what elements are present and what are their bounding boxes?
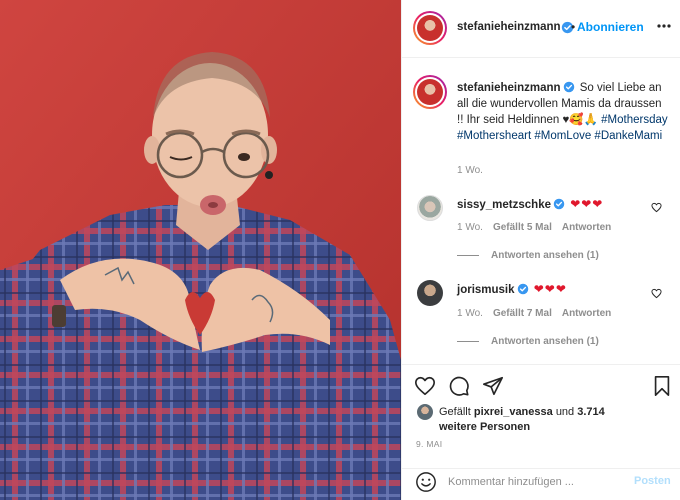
liker-avatar[interactable] bbox=[417, 404, 433, 420]
commenter-avatar[interactable] bbox=[417, 280, 443, 306]
post-photo-illustration bbox=[0, 0, 401, 500]
comment-likes-count[interactable]: Gefällt 7 Mal bbox=[493, 308, 552, 319]
post-header: stefanieheinzmann • Abonnieren bbox=[402, 0, 680, 58]
comment-timestamp[interactable]: 1 Wo. bbox=[457, 222, 483, 233]
more-options-icon[interactable] bbox=[656, 18, 672, 34]
likes-middle: und bbox=[555, 406, 575, 418]
verified-badge-icon bbox=[553, 198, 565, 210]
comment-body: ❤❤❤ bbox=[533, 282, 567, 296]
comment-like-heart-icon[interactable] bbox=[651, 288, 662, 299]
likes-summary: Gefällt pixrei_vanessa und 3.714 weitere… bbox=[439, 405, 639, 435]
post-actions: Gefällt pixrei_vanessa und 3.714 weitere… bbox=[402, 364, 680, 468]
comment-username[interactable]: jorismusik bbox=[457, 284, 515, 296]
post-photo[interactable] bbox=[0, 0, 401, 500]
liker-username[interactable]: pixrei_vanessa bbox=[474, 406, 553, 418]
view-replies-button[interactable]: Antworten ansehen (1) bbox=[457, 250, 599, 261]
view-replies-label: Antworten ansehen (1) bbox=[491, 336, 599, 347]
paper-plane-icon[interactable] bbox=[482, 375, 504, 397]
view-replies-button[interactable]: Antworten ansehen (1) bbox=[457, 336, 599, 347]
commenter-avatar[interactable] bbox=[417, 195, 443, 221]
post-comment-button[interactable]: Posten bbox=[634, 475, 671, 487]
replies-divider-line bbox=[457, 254, 479, 256]
add-comment-bar: Posten bbox=[402, 468, 680, 500]
verified-badge-icon bbox=[517, 283, 528, 295]
smiley-icon[interactable] bbox=[415, 471, 437, 493]
verified-badge-icon bbox=[563, 81, 574, 93]
follow-button[interactable]: Abonnieren bbox=[577, 20, 644, 34]
comment-bubble-icon[interactable] bbox=[448, 375, 470, 397]
author-username[interactable]: stefanieheinzmann bbox=[457, 21, 561, 33]
comments-section: stefanieheinzmann So viel Liebe an all d… bbox=[402, 58, 680, 364]
caption-username[interactable]: stefanieheinzmann bbox=[457, 82, 561, 94]
comment-text: jorismusik ❤❤❤ bbox=[457, 282, 567, 296]
caption-timestamp[interactable]: 1 Wo. bbox=[457, 165, 483, 176]
comment-meta: 1 Wo. Gefällt 5 Mal Antworten bbox=[457, 222, 621, 233]
reply-button[interactable]: Antworten bbox=[562, 308, 611, 319]
comment-text: sissy_metzschke ❤❤❤ bbox=[457, 197, 603, 211]
replies-divider-line bbox=[457, 340, 479, 342]
post-date[interactable]: 9. MAI bbox=[416, 439, 442, 449]
likes-prefix: Gefällt bbox=[439, 406, 471, 418]
author-avatar[interactable] bbox=[413, 11, 447, 45]
comment-timestamp[interactable]: 1 Wo. bbox=[457, 308, 483, 319]
reply-button[interactable]: Antworten bbox=[562, 222, 611, 233]
caption-author-avatar[interactable] bbox=[413, 75, 447, 109]
comment-like-heart-icon[interactable] bbox=[651, 202, 662, 213]
separator-dot: • bbox=[571, 20, 576, 34]
view-replies-label: Antworten ansehen (1) bbox=[491, 250, 599, 261]
comment-meta: 1 Wo. Gefällt 7 Mal Antworten bbox=[457, 308, 621, 319]
comment-likes-count[interactable]: Gefällt 5 Mal bbox=[493, 222, 552, 233]
heart-icon[interactable] bbox=[414, 375, 436, 397]
bookmark-icon[interactable] bbox=[651, 375, 673, 397]
comment-username[interactable]: sissy_metzschke bbox=[457, 199, 551, 211]
comment-input[interactable] bbox=[448, 474, 628, 490]
post-side-panel: stefanieheinzmann • Abonnieren stefanieh… bbox=[401, 0, 680, 500]
post-caption: stefanieheinzmann So viel Liebe an all d… bbox=[457, 80, 669, 144]
comment-body: ❤❤❤ bbox=[570, 197, 604, 211]
